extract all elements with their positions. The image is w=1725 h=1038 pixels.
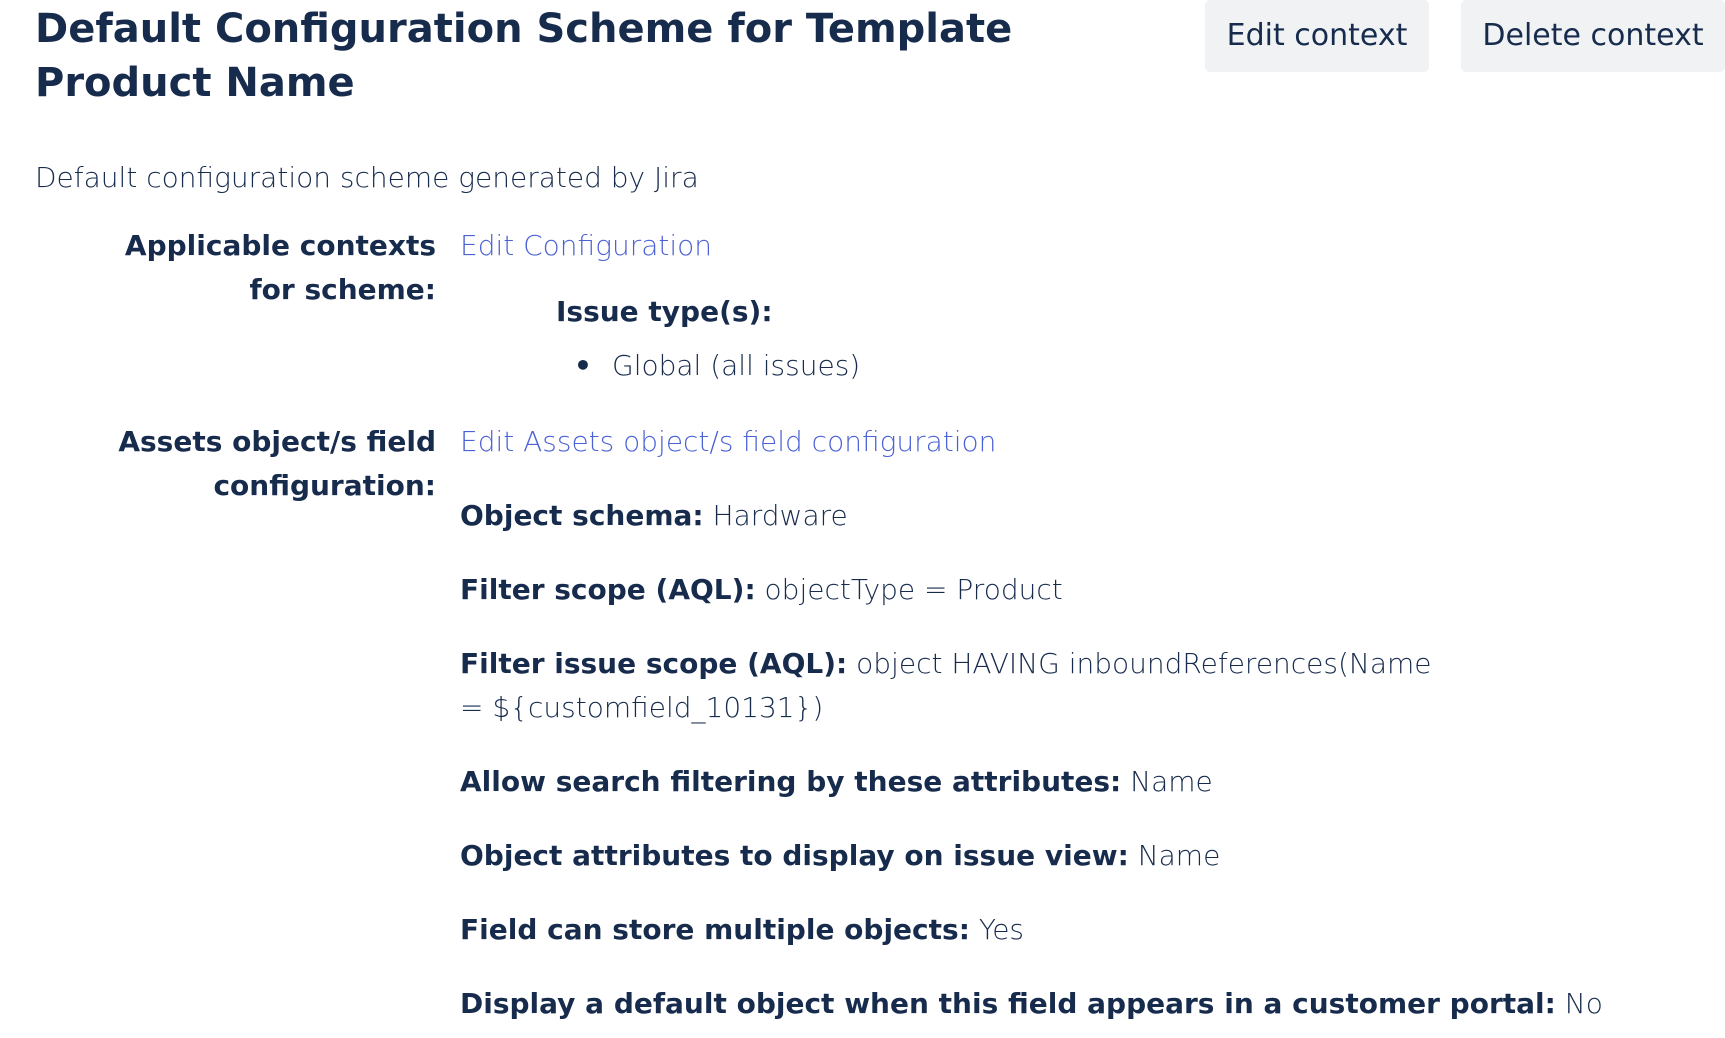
- config-value: Yes: [978, 913, 1025, 946]
- config-value: Name: [1137, 839, 1221, 872]
- config-key: Filter issue scope (AQL):: [460, 647, 848, 680]
- config-key: Allow search filtering by these attribut…: [460, 765, 1122, 798]
- assets-config-list: Object schema: Hardware Filter scope (AQ…: [460, 494, 1610, 1026]
- config-key: Field can store multiple objects:: [460, 913, 970, 946]
- edit-assets-configuration-link[interactable]: Edit Assets object/s field configuration: [460, 420, 996, 464]
- config-key: Display a default object when this field…: [460, 987, 1556, 1020]
- assets-value: Edit Assets object/s field configuration…: [460, 420, 1610, 1038]
- config-item-filter-issue-scope: Filter issue scope (AQL): object HAVING …: [460, 642, 1460, 730]
- scheme-description: Default configuration scheme generated b…: [35, 161, 699, 194]
- page-title: Default Configuration Scheme for Templat…: [35, 6, 1013, 106]
- config-item-display-attributes: Object attributes to display on issue vi…: [460, 834, 1610, 878]
- config-item-default-object: Display a default object when this field…: [460, 982, 1610, 1026]
- config-item-multiple-objects: Field can store multiple objects: Yes: [460, 908, 1610, 952]
- config-item-filter-scope: Filter scope (AQL): objectType = Product: [460, 568, 1610, 612]
- config-value: No: [1564, 987, 1603, 1020]
- config-key: Object schema:: [460, 499, 704, 532]
- contexts-value: Edit Configuration Issue type(s): Global…: [460, 224, 1610, 388]
- contexts-label: Applicable contexts for scheme:: [124, 229, 436, 306]
- list-item: Global (all issues): [574, 344, 1610, 388]
- config-item-object-schema: Object schema: Hardware: [460, 494, 1610, 538]
- config-value: objectType = Product: [764, 573, 1063, 606]
- issue-types-list: Global (all issues): [574, 344, 1610, 388]
- delete-context-button[interactable]: Delete context: [1461, 0, 1725, 72]
- edit-configuration-link[interactable]: Edit Configuration: [460, 224, 712, 268]
- config-value: Name: [1130, 765, 1213, 798]
- config-item-search-filtering: Allow search filtering by these attribut…: [460, 760, 1610, 804]
- config-key: Object attributes to display on issue vi…: [460, 839, 1129, 872]
- issue-types-section: Issue type(s): Global (all issues): [556, 290, 1610, 388]
- issue-types-heading: Issue type(s):: [556, 295, 773, 328]
- assets-label: Assets object/s field configuration:: [118, 425, 436, 502]
- config-key: Filter scope (AQL):: [460, 573, 756, 606]
- edit-context-button[interactable]: Edit context: [1205, 0, 1429, 72]
- config-value: Hardware: [712, 499, 848, 532]
